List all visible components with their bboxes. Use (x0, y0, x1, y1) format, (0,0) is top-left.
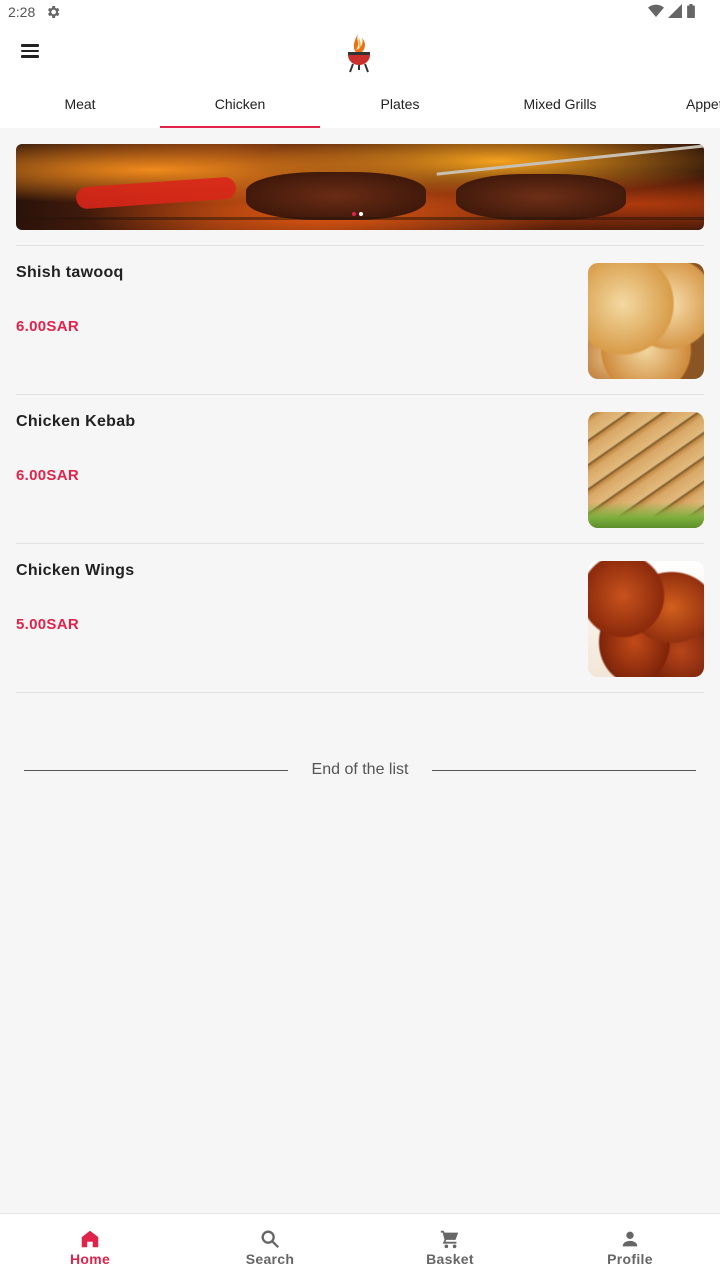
tab-label: Plates (380, 96, 420, 112)
end-of-list: End of the list (24, 760, 697, 780)
settings-gear-icon (48, 6, 60, 18)
item-image[interactable] (588, 412, 704, 528)
status-bar: 2:28 (0, 0, 720, 24)
nav-search[interactable]: Search (180, 1214, 360, 1281)
home-icon (81, 1230, 99, 1248)
tab-label: Mixed Grills (523, 96, 597, 112)
item-name: Chicken Kebab (16, 413, 136, 430)
banner-pepper (75, 176, 237, 210)
tab-chicken[interactable]: Chicken (160, 80, 320, 128)
person-icon (622, 1231, 638, 1247)
tab-meat[interactable]: Meat (0, 80, 160, 128)
search-icon (261, 1230, 280, 1249)
banner-pagination (352, 212, 363, 216)
banner-grill (16, 217, 704, 220)
nav-label: Home (69, 1251, 111, 1267)
list-item[interactable]: Shish tawooq 6.00SAR (16, 245, 704, 394)
signal-icon (668, 4, 682, 18)
item-image[interactable] (588, 561, 704, 677)
end-of-list-label: End of the list (311, 761, 409, 778)
banner-meat (456, 174, 626, 220)
tab-appetizers[interactable]: Appet (640, 80, 720, 128)
bottom-navigation: Home Search Basket Profile (0, 1213, 720, 1281)
cart-icon (440, 1230, 459, 1249)
item-price: 6.00SAR (16, 318, 79, 335)
divider (24, 769, 288, 771)
nav-label: Search (245, 1251, 295, 1267)
banner-skewer (436, 144, 704, 176)
pagination-dot[interactable] (352, 212, 356, 216)
tab-label: Meat (64, 96, 96, 112)
divider (432, 769, 697, 771)
tab-mixed-grills[interactable]: Mixed Grills (480, 80, 640, 128)
list-item[interactable]: Chicken Wings 5.00SAR (16, 543, 704, 693)
app-bar (0, 24, 720, 80)
menu-item-list: Shish tawooq 6.00SAR Chicken Kebab 6.00S… (16, 245, 704, 693)
menu-icon[interactable] (18, 41, 46, 65)
item-name: Chicken Wings (16, 562, 135, 579)
item-name: Shish tawooq (16, 264, 124, 281)
tab-label: Chicken (214, 96, 266, 112)
tab-label: Appet (686, 96, 720, 112)
nav-profile[interactable]: Profile (540, 1214, 720, 1281)
item-price: 6.00SAR (16, 467, 79, 484)
status-time: 2:28 (8, 4, 36, 20)
nav-label: Profile (607, 1251, 653, 1267)
promo-banner[interactable] (16, 144, 704, 230)
tab-plates[interactable]: Plates (320, 80, 480, 128)
wifi-icon (648, 4, 664, 17)
pagination-dot[interactable] (359, 212, 363, 216)
nav-home[interactable]: Home (0, 1214, 180, 1281)
banner-meat (246, 172, 426, 220)
battery-icon (687, 4, 695, 18)
status-icons (648, 4, 696, 18)
item-price: 5.00SAR (16, 616, 79, 633)
grill-logo (348, 32, 370, 73)
category-tabs: Meat Chicken Plates Mixed Grills Appet (0, 80, 720, 128)
nav-label: Basket (426, 1251, 474, 1267)
list-item[interactable]: Chicken Kebab 6.00SAR (16, 394, 704, 543)
item-image[interactable] (588, 263, 704, 379)
nav-basket[interactable]: Basket (360, 1214, 540, 1281)
